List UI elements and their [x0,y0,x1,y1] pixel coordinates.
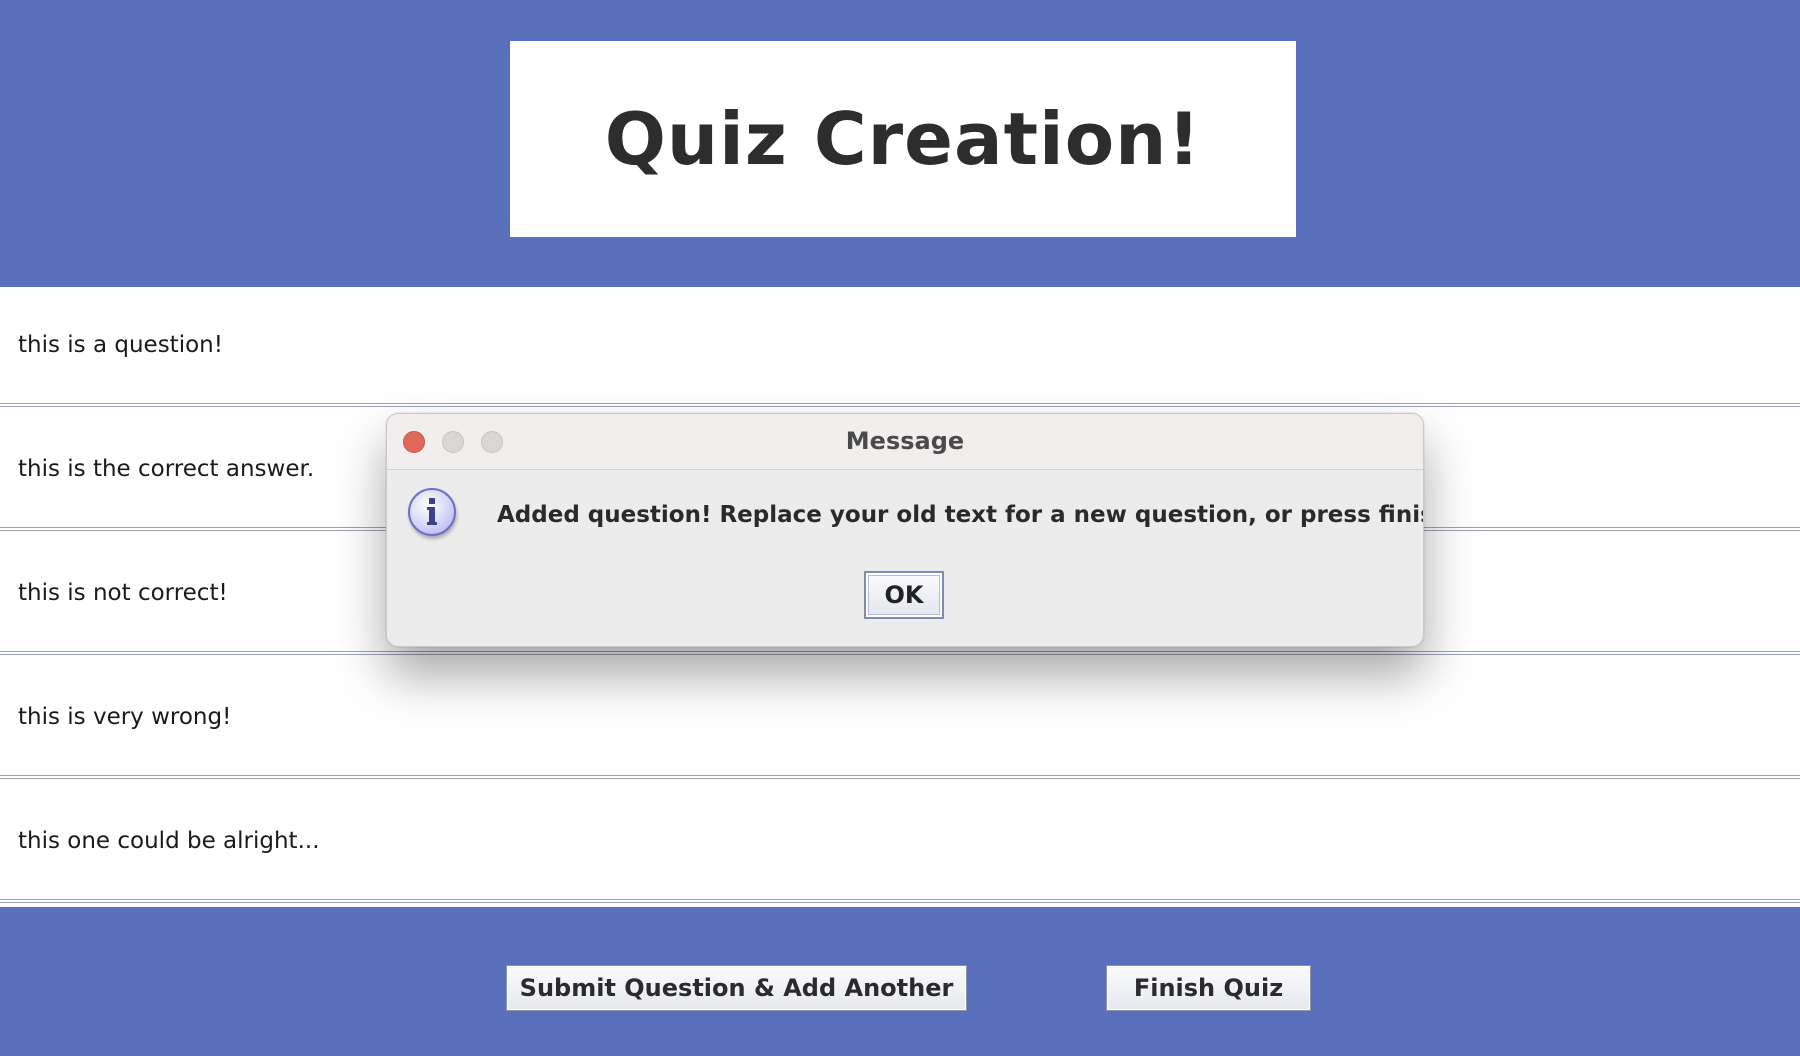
wrong-answer-field-3[interactable]: this one could be alright... [0,783,1800,903]
message-dialog: Message Added question! Replace your old… [386,413,1424,647]
quiz-creation-window: Quiz Creation! this is a question! this … [0,0,1800,1056]
wrong-answer-text-1[interactable]: this is not correct! [18,580,228,606]
info-glyph-icon [427,498,437,525]
info-icon [408,488,456,536]
correct-answer-text[interactable]: this is the correct answer. [18,456,314,482]
ok-button[interactable]: OK [864,571,944,619]
submit-question-button[interactable]: Submit Question & Add Another [506,965,967,1011]
header-banner: Quiz Creation! [0,0,1800,287]
wrong-answer-field-2[interactable]: this is very wrong! [0,659,1800,779]
finish-quiz-button[interactable]: Finish Quiz [1106,965,1311,1011]
wrong-answer-text-3[interactable]: this one could be alright... [18,828,320,854]
page-title: Quiz Creation! [604,97,1202,181]
question-field[interactable]: this is a question! [0,287,1800,407]
dialog-message: Added question! Replace your old text fo… [497,502,1424,528]
title-panel: Quiz Creation! [510,41,1296,237]
wrong-answer-text-2[interactable]: this is very wrong! [18,704,231,730]
dialog-title: Message [845,427,965,455]
question-text[interactable]: this is a question! [18,332,223,358]
